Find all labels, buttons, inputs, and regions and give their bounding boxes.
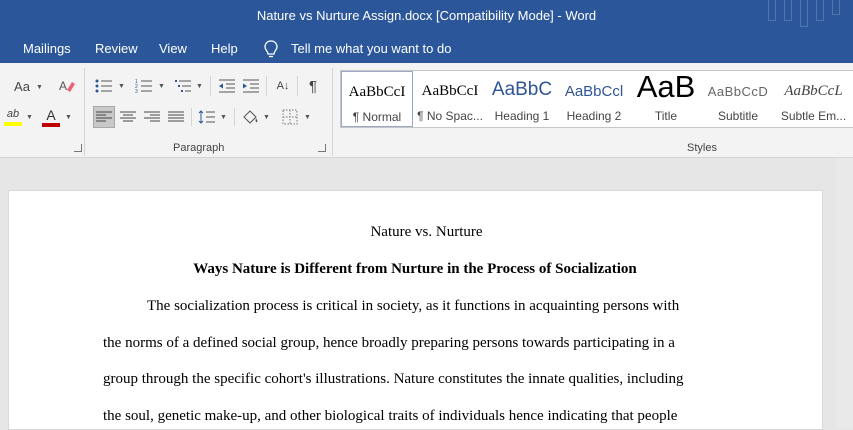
paragraph-dialog-launcher-icon[interactable] [318, 144, 326, 152]
tab-view[interactable]: View [159, 41, 187, 56]
title-bar: Nature vs Nurture Assign.docx [Compatibi… [0, 0, 853, 33]
chevron-down-icon: ▼ [118, 83, 125, 90]
decrease-indent-icon [219, 79, 235, 93]
increase-indent-icon [243, 79, 259, 93]
title-bar-decoration [800, 0, 808, 27]
show-formatting-marks-button[interactable]: ¶ [302, 76, 324, 96]
align-center-icon [120, 111, 136, 122]
group-separator [210, 76, 211, 96]
chevron-down-icon: ▼ [263, 114, 270, 121]
chevron-down-icon: ▼ [304, 114, 311, 121]
group-separator [234, 108, 235, 126]
numbering-button[interactable]: 1 2 3 [133, 76, 155, 96]
style-subtle-emphasis[interactable]: AaBbCcL Subtle Em... [774, 71, 853, 127]
style-preview: AaBbCcl [564, 83, 624, 100]
style-heading-1[interactable]: AaBbC Heading 1 [486, 71, 558, 127]
style-preview: AaBbC [491, 79, 553, 100]
group-separator [191, 108, 192, 126]
line-spacing-button[interactable] [196, 106, 218, 128]
paragraph-line: the norms of a defined social group, hen… [103, 335, 675, 351]
sort-button[interactable]: A↓ [272, 76, 294, 96]
chevron-down-icon: ▼ [26, 114, 33, 121]
tab-help[interactable]: Help [211, 41, 238, 56]
document-title: Nature vs. Nurture [370, 224, 483, 240]
paragraph-line: The socialization process is critical in… [147, 298, 680, 314]
vertical-scrollbar[interactable] [836, 158, 853, 428]
align-right-icon [144, 111, 160, 122]
highlight-color-bar [4, 122, 22, 126]
document-heading: Ways Nature is Different from Nurture in… [193, 261, 637, 277]
group-separator [332, 68, 333, 156]
paragraph-group-label: Paragraph [173, 142, 225, 154]
style-preview: AaBbCcD [707, 84, 769, 99]
justify-button[interactable] [165, 106, 187, 128]
style-name: Subtle Em... [780, 109, 847, 123]
chevron-down-icon: ▼ [196, 83, 203, 90]
font-dialog-launcher-icon[interactable] [74, 144, 82, 152]
style-no-spacing[interactable]: AaBbCcI ¶ No Spac... [414, 71, 486, 127]
svg-text:A: A [59, 79, 67, 93]
style-normal[interactable]: AaBbCcI ¶ Normal [341, 71, 413, 127]
style-name: ¶ Normal [352, 110, 402, 124]
ribbon-tab-bar: Mailings Review View Help Tell me what y… [0, 33, 853, 63]
borders-icon [282, 109, 298, 125]
style-title[interactable]: AaB Title [630, 71, 702, 127]
chevron-down-icon: ▼ [65, 114, 72, 121]
style-preview: AaB [636, 71, 696, 104]
group-separator [297, 76, 298, 96]
style-preview: AaBbCcI [348, 84, 406, 100]
style-subtitle[interactable]: AaBbCcD Subtitle [702, 71, 774, 127]
chevron-down-icon: ▼ [220, 114, 227, 121]
window-title: Nature vs Nurture Assign.docx [Compatibi… [256, 8, 597, 23]
paragraph-line: group through the specific cohort's illu… [103, 371, 684, 387]
style-preview: AaBbCcI [421, 83, 479, 99]
justify-icon [168, 111, 184, 122]
tell-me-search[interactable]: Tell me what you want to do [291, 41, 451, 56]
style-name: Subtitle [717, 109, 759, 123]
shading-button[interactable] [240, 106, 262, 128]
align-right-button[interactable] [141, 106, 163, 128]
align-left-button[interactable] [93, 106, 115, 128]
highlight-label: ab [6, 108, 20, 120]
title-bar-decoration [816, 0, 824, 21]
style-heading-2[interactable]: AaBbCcl Heading 2 [558, 71, 630, 127]
highlight-color-button[interactable]: ab [2, 106, 24, 128]
font-color-button[interactable]: A [40, 106, 62, 128]
tab-mailings[interactable]: Mailings [23, 41, 71, 56]
paint-bucket-icon [243, 110, 258, 124]
lightbulb-icon [264, 40, 278, 58]
style-name: Heading 2 [566, 109, 622, 123]
tab-review[interactable]: Review [95, 41, 138, 56]
change-case-button[interactable]: Aa [10, 76, 34, 96]
group-separator [84, 68, 85, 156]
multilevel-list-button[interactable] [172, 76, 194, 96]
numbered-list-icon: 1 2 3 [135, 79, 152, 93]
style-name: ¶ No Spac... [417, 109, 483, 123]
style-name: Heading 1 [494, 109, 550, 123]
title-bar-decoration [768, 0, 776, 21]
line-spacing-icon [198, 110, 215, 124]
chevron-down-icon: ▼ [36, 84, 43, 91]
styles-group-label: Styles [687, 142, 717, 154]
align-left-icon [96, 111, 112, 122]
bullets-button[interactable] [93, 76, 115, 96]
paragraph-line: the soul, genetic make-up, and other bio… [103, 408, 678, 424]
group-separator [266, 76, 267, 96]
multilevel-list-icon [175, 80, 191, 92]
increase-indent-button[interactable] [240, 76, 262, 96]
font-color-bar [42, 122, 60, 127]
clear-formatting-button[interactable]: A [56, 76, 78, 96]
style-name: Title [654, 109, 678, 123]
eraser-icon: A [59, 79, 75, 93]
font-color-label: A [46, 106, 56, 123]
style-preview: AaBbCcL [784, 83, 843, 99]
title-bar-decoration [832, 0, 840, 15]
borders-button[interactable] [279, 106, 301, 128]
decrease-indent-button[interactable] [216, 76, 238, 96]
chevron-down-icon: ▼ [158, 83, 165, 90]
align-center-button[interactable] [117, 106, 139, 128]
title-bar-decoration [784, 0, 792, 21]
svg-text:3: 3 [135, 89, 138, 93]
bullet-list-icon [95, 79, 112, 93]
